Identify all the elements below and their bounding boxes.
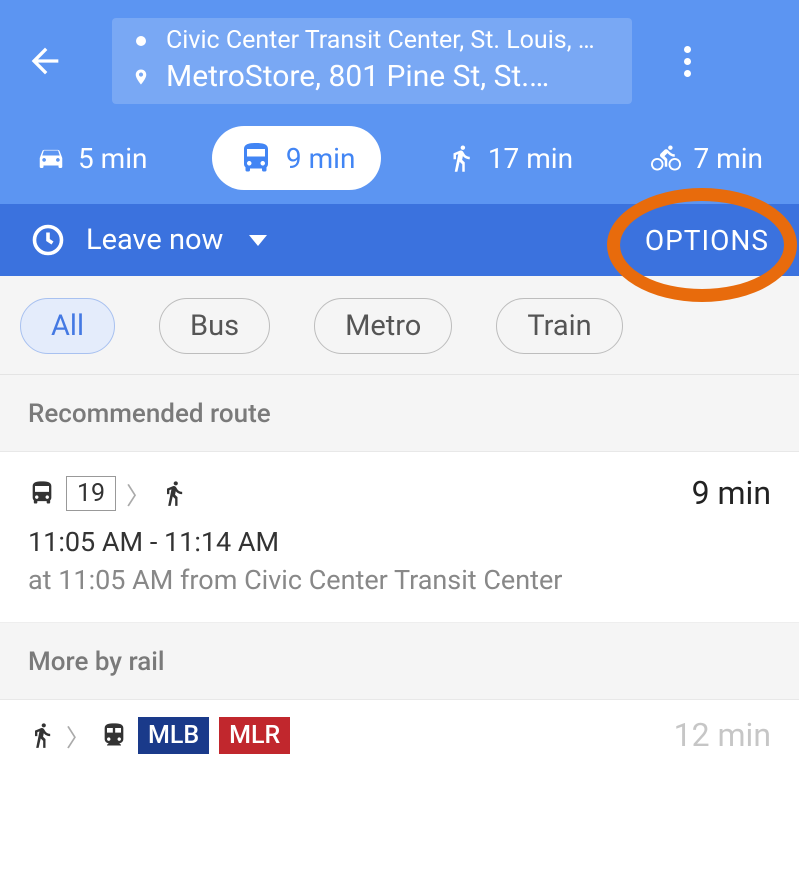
mode-transit[interactable]: 9 min bbox=[212, 126, 382, 190]
chevron-right-icon: 〉 bbox=[126, 476, 150, 511]
depart-time-selector[interactable]: Leave now bbox=[30, 222, 267, 258]
origin-dot-icon bbox=[128, 34, 154, 48]
travel-mode-tabs: 5 min 9 min 17 min 7 min bbox=[18, 126, 781, 190]
options-button[interactable]: OPTIONS bbox=[645, 224, 769, 257]
route-from: at 11:05 AM from Civic Center Transit Ce… bbox=[28, 564, 771, 596]
more-vert-icon bbox=[684, 46, 691, 77]
section-rail-label: More by rail bbox=[0, 623, 799, 700]
rail-route-card[interactable]: 〉 MLB MLR 12 min bbox=[0, 700, 799, 754]
route-steps: 19 〉 bbox=[28, 476, 188, 511]
origin-text: Civic Center Transit Center, St. Louis, … bbox=[166, 26, 595, 55]
mode-bike-time: 7 min bbox=[693, 142, 763, 175]
mode-transit-time: 9 min bbox=[286, 142, 356, 175]
section-recommended-label: Recommended route bbox=[0, 375, 799, 452]
mode-bike[interactable]: 7 min bbox=[637, 134, 777, 183]
rail-duration: 12 min bbox=[674, 716, 771, 754]
chevron-right-icon: 〉 bbox=[66, 718, 90, 753]
mode-walk[interactable]: 17 min bbox=[432, 134, 587, 183]
mode-drive[interactable]: 5 min bbox=[22, 134, 162, 183]
transit-filter-row: All Bus Metro Train bbox=[0, 276, 799, 375]
bus-icon bbox=[28, 479, 56, 507]
bus-line-badge: 19 bbox=[66, 476, 116, 511]
dropdown-triangle-icon bbox=[249, 235, 267, 246]
route-endpoints-box[interactable]: Civic Center Transit Center, St. Louis, … bbox=[112, 18, 632, 104]
filter-bus[interactable]: Bus bbox=[159, 298, 270, 354]
bike-icon bbox=[651, 143, 681, 173]
route-times: 11:05 AM - 11:14 AM bbox=[28, 526, 771, 558]
mode-walk-time: 17 min bbox=[488, 142, 573, 175]
walk-icon bbox=[28, 721, 56, 749]
filter-train[interactable]: Train bbox=[496, 298, 622, 354]
walk-icon bbox=[160, 479, 188, 507]
destination-pin-icon bbox=[128, 66, 154, 88]
walk-icon bbox=[446, 143, 476, 173]
filter-all[interactable]: All bbox=[20, 298, 115, 354]
destination-text: MetroStore, 801 Pine St, St.… bbox=[166, 59, 549, 94]
back-button[interactable] bbox=[18, 34, 72, 88]
train-icon bbox=[100, 721, 128, 749]
overflow-menu-button[interactable] bbox=[662, 36, 712, 86]
car-icon bbox=[36, 143, 66, 173]
mode-drive-time: 5 min bbox=[78, 142, 148, 175]
rail-badge-mlr: MLR bbox=[219, 717, 290, 754]
rail-steps: 〉 MLB MLR bbox=[28, 717, 290, 754]
route-duration: 9 min bbox=[692, 474, 771, 512]
filter-metro[interactable]: Metro bbox=[314, 298, 452, 354]
recommended-route-card[interactable]: 19 〉 9 min 11:05 AM - 11:14 AM at 11:05 … bbox=[0, 452, 799, 623]
clock-icon bbox=[30, 222, 66, 258]
bus-icon bbox=[238, 140, 274, 176]
rail-badge-mlb: MLB bbox=[138, 717, 209, 754]
depart-label: Leave now bbox=[86, 223, 223, 257]
